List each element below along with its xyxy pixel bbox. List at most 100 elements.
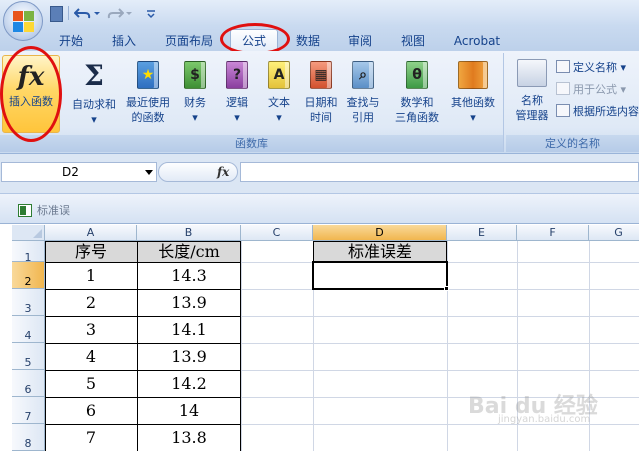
- active-cell-d2[interactable]: [312, 261, 448, 290]
- math-trig-button[interactable]: θ 数学和 三角函数: [390, 59, 444, 125]
- autosum-button[interactable]: Σ 自动求和 ▾: [66, 59, 122, 127]
- worksheet-title-bar: 标准误: [0, 194, 639, 224]
- name-manager-button[interactable]: 名称 管理器: [510, 59, 554, 123]
- watermark-url: jingyan.baidu.com: [498, 414, 591, 425]
- recent-label-1: 最近使用: [126, 96, 170, 109]
- ribbon-tabs: 开始 插入 页面布局 公式 数据 审阅 视图 Acrobat: [0, 26, 639, 52]
- more-functions-button[interactable]: 其他函数 ▾: [446, 59, 500, 125]
- undo-dropdown-icon[interactable]: [93, 5, 101, 21]
- insert-function-fx-icon[interactable]: fx: [217, 165, 229, 179]
- datetime-label-1: 日期和: [304, 96, 338, 109]
- lookup-reference-button[interactable]: ⌕ 查找与 引用: [342, 59, 384, 125]
- chevron-down-icon: ▾: [470, 111, 476, 124]
- tab-review[interactable]: 审阅: [340, 31, 380, 51]
- cell-a2[interactable]: 1: [45, 262, 137, 289]
- cell-a1[interactable]: 序号: [45, 241, 137, 262]
- cell-a7[interactable]: 6: [45, 397, 137, 424]
- use-in-formula-button[interactable]: 用于公式 ▾: [556, 81, 626, 99]
- office-button[interactable]: [3, 1, 43, 41]
- cell-b2[interactable]: 14.3: [137, 262, 241, 289]
- books-icon: [458, 61, 488, 89]
- function-library-group-label: 函数库: [0, 135, 503, 152]
- more-functions-label: 其他函数: [451, 96, 495, 109]
- row-header-8[interactable]: 8: [12, 424, 45, 451]
- row-header-1[interactable]: 1: [12, 241, 45, 264]
- datetime-label-2: 时间: [310, 111, 332, 124]
- financial-button[interactable]: $ 财务 ▾: [176, 59, 214, 125]
- define-name-label: 定义名称: [573, 61, 617, 74]
- column-header-e[interactable]: E: [447, 225, 517, 241]
- undo-icon[interactable]: [74, 5, 92, 21]
- cell-b6[interactable]: 14.2: [137, 370, 241, 397]
- tab-data[interactable]: 数据: [288, 31, 328, 51]
- cell-b3[interactable]: 13.9: [137, 289, 241, 316]
- name-manager-icon: [517, 59, 547, 87]
- cell-b1[interactable]: 长度/cm: [137, 241, 241, 262]
- logical-book-icon: ?: [226, 61, 248, 89]
- text-label: 文本: [268, 96, 290, 109]
- fill-handle[interactable]: [444, 286, 449, 291]
- create-from-selection-label: 根据所选内容创建: [573, 105, 639, 118]
- redo-dropdown-icon[interactable]: [125, 5, 133, 21]
- cell-a3[interactable]: 2: [45, 289, 137, 316]
- row-header-2[interactable]: 2: [12, 262, 45, 289]
- redo-icon[interactable]: [106, 5, 124, 21]
- row-header-3[interactable]: 3: [12, 289, 45, 316]
- function-library-group: fx 插入函数 Σ 自动求和 ▾ ★ 最近使用 的函数 $ 财务 ▾ ? 逻辑 …: [0, 53, 504, 152]
- row-header-6[interactable]: 6: [12, 370, 45, 397]
- tab-page-layout[interactable]: 页面布局: [158, 31, 220, 51]
- column-header-b[interactable]: B: [137, 225, 241, 241]
- column-header-g[interactable]: G: [589, 225, 639, 241]
- recent-functions-button[interactable]: ★ 最近使用 的函数: [120, 59, 176, 125]
- insert-function-highlight-circle: [0, 46, 62, 142]
- text-button[interactable]: A 文本 ▾: [260, 59, 298, 125]
- logical-label: 逻辑: [226, 96, 248, 109]
- theta-book-icon: θ: [406, 61, 428, 89]
- chevron-down-icon: ▾: [276, 111, 282, 124]
- lookup-label-2: 引用: [352, 111, 374, 124]
- tab-home[interactable]: 开始: [50, 31, 92, 51]
- financial-book-icon: $: [184, 61, 206, 89]
- cell-b4[interactable]: 14.1: [137, 316, 241, 343]
- column-header-a[interactable]: A: [45, 225, 137, 241]
- name-box[interactable]: D2: [1, 162, 157, 182]
- formula-input[interactable]: [240, 162, 639, 182]
- define-name-button[interactable]: 定义名称 ▾: [556, 59, 626, 77]
- math-label-2: 三角函数: [395, 111, 439, 124]
- tab-acrobat[interactable]: Acrobat: [446, 31, 508, 51]
- define-name-icon: [556, 60, 570, 73]
- column-header-d[interactable]: D: [313, 225, 447, 241]
- row-header-4[interactable]: 4: [12, 316, 45, 343]
- cell-b7[interactable]: 14: [137, 397, 241, 424]
- cell-a5[interactable]: 4: [45, 343, 137, 370]
- customize-qat-icon[interactable]: [146, 5, 156, 21]
- cell-b8[interactable]: 13.8: [137, 424, 241, 451]
- tab-insert[interactable]: 插入: [104, 31, 144, 51]
- logical-button[interactable]: ? 逻辑 ▾: [218, 59, 256, 125]
- cell-b5[interactable]: 13.9: [137, 343, 241, 370]
- calendar-book-icon: ▦: [310, 61, 332, 89]
- tab-view[interactable]: 视图: [393, 31, 433, 51]
- column-header-c[interactable]: C: [241, 225, 313, 241]
- use-in-formula-label: 用于公式: [573, 83, 617, 96]
- select-all-corner[interactable]: [12, 225, 45, 241]
- cell-a6[interactable]: 5: [45, 370, 137, 397]
- cell-d1[interactable]: 标准误差: [313, 241, 447, 262]
- text-book-icon: A: [268, 61, 290, 89]
- chevron-down-icon: ▾: [234, 111, 240, 124]
- recent-label-2: 的函数: [131, 111, 165, 124]
- math-label-1: 数学和: [400, 96, 434, 109]
- date-time-button[interactable]: ▦ 日期和 时间: [300, 59, 342, 125]
- row-header-7[interactable]: 7: [12, 397, 45, 424]
- autosum-label: 自动求和: [72, 98, 116, 111]
- cell-a8[interactable]: 7: [45, 424, 137, 451]
- row-header-5[interactable]: 5: [12, 343, 45, 370]
- create-from-selection-button[interactable]: 根据所选内容创建: [556, 103, 639, 121]
- name-box-dropdown-icon[interactable]: [145, 170, 153, 175]
- column-header-f[interactable]: F: [517, 225, 589, 241]
- excel-workbook-icon: [18, 204, 32, 217]
- save-icon[interactable]: [50, 6, 63, 22]
- name-manager-label-2: 管理器: [515, 109, 549, 122]
- create-from-selection-icon: [556, 104, 570, 117]
- cell-a4[interactable]: 3: [45, 316, 137, 343]
